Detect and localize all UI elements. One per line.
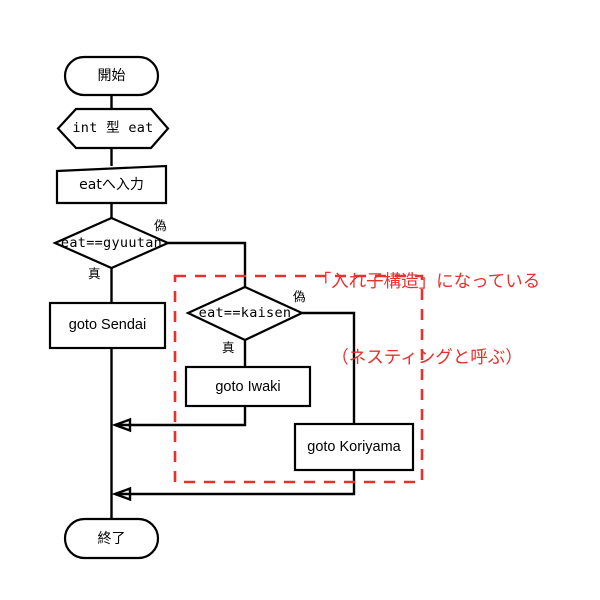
node-start-shape: [63, 55, 160, 97]
node-goto-koriyama-shape: [293, 422, 415, 472]
branch-label-gyuutan-false: 偽: [154, 218, 167, 233]
node-input-shape: [55, 164, 168, 205]
node-end-shape: [63, 517, 160, 560]
node-goto-sendai-shape: [48, 301, 167, 350]
flowchart-canvas: 開始 int 型 eat eatへ入力 eat==gyuutan goto Se…: [0, 0, 600, 600]
nesting-annotation-line-1: 「入れ子構造」になっている: [313, 271, 541, 292]
branch-label-gyuutan-true: 真: [88, 266, 101, 281]
connector-gyuutan-false-to-decision-kaisen: [168, 241, 247, 287]
nesting-annotation: 「入れ子構造」になっている （ネスティングと呼ぶ）: [282, 219, 572, 422]
branch-label-kaisen-true: 真: [222, 340, 235, 355]
node-decision-gyuutan-shape: [52, 216, 171, 270]
node-declare-shape: [56, 107, 170, 150]
connector-iwaki-to-spine: [115, 406, 247, 427]
nesting-annotation-line-2: （ネスティングと呼ぶ）: [331, 347, 523, 368]
